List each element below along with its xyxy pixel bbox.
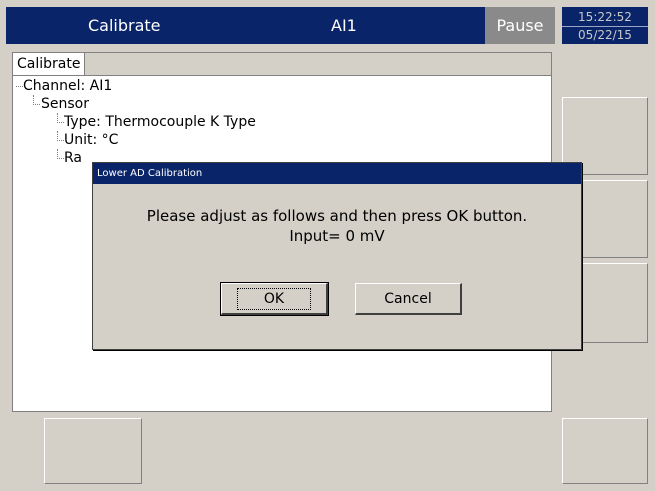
dialog-message-line1: Please adjust as follows and then press … xyxy=(146,207,528,225)
tree-item-type[interactable]: Type: Thermocouple K Type xyxy=(64,113,256,131)
ok-button[interactable]: OK xyxy=(220,282,329,316)
tree-connector xyxy=(57,113,64,123)
ok-button-label: OK xyxy=(236,288,312,310)
lower-ad-calibration-dialog: Lower AD Calibration Please adjust as fo… xyxy=(92,162,582,350)
title-bar: Calibrate AI1 xyxy=(6,7,555,44)
tab-calibrate[interactable]: Calibrate xyxy=(13,53,86,75)
tab-bar: Calibrate xyxy=(13,53,551,76)
cancel-button[interactable]: Cancel xyxy=(355,283,462,315)
channel-label: AI1 xyxy=(331,16,357,35)
clock-date: 05/22/15 xyxy=(562,26,648,44)
side-button-4[interactable] xyxy=(562,418,648,484)
dialog-title: Lower AD Calibration xyxy=(93,163,581,184)
tree-connector xyxy=(16,86,23,87)
pause-button[interactable]: Pause xyxy=(485,7,555,44)
clock-time: 15:22:52 xyxy=(578,10,632,24)
tree-item-range[interactable]: Ra xyxy=(64,149,82,167)
tree-connector xyxy=(33,95,40,105)
tree-connector xyxy=(57,149,64,159)
tree-item-unit[interactable]: Unit: °C xyxy=(64,131,118,149)
dialog-message: Please adjust as follows and then press … xyxy=(93,206,581,246)
tree-item-channel[interactable]: Channel: AI1 xyxy=(23,77,112,95)
tree-connector xyxy=(57,131,64,141)
tree-item-sensor[interactable]: Sensor xyxy=(41,95,89,113)
screen-title: Calibrate xyxy=(88,16,161,35)
dialog-message-line2: Input= 0 mV xyxy=(289,227,385,245)
bottom-button-1[interactable] xyxy=(44,418,142,484)
clock: 15:22:52 05/22/15 xyxy=(562,7,648,44)
